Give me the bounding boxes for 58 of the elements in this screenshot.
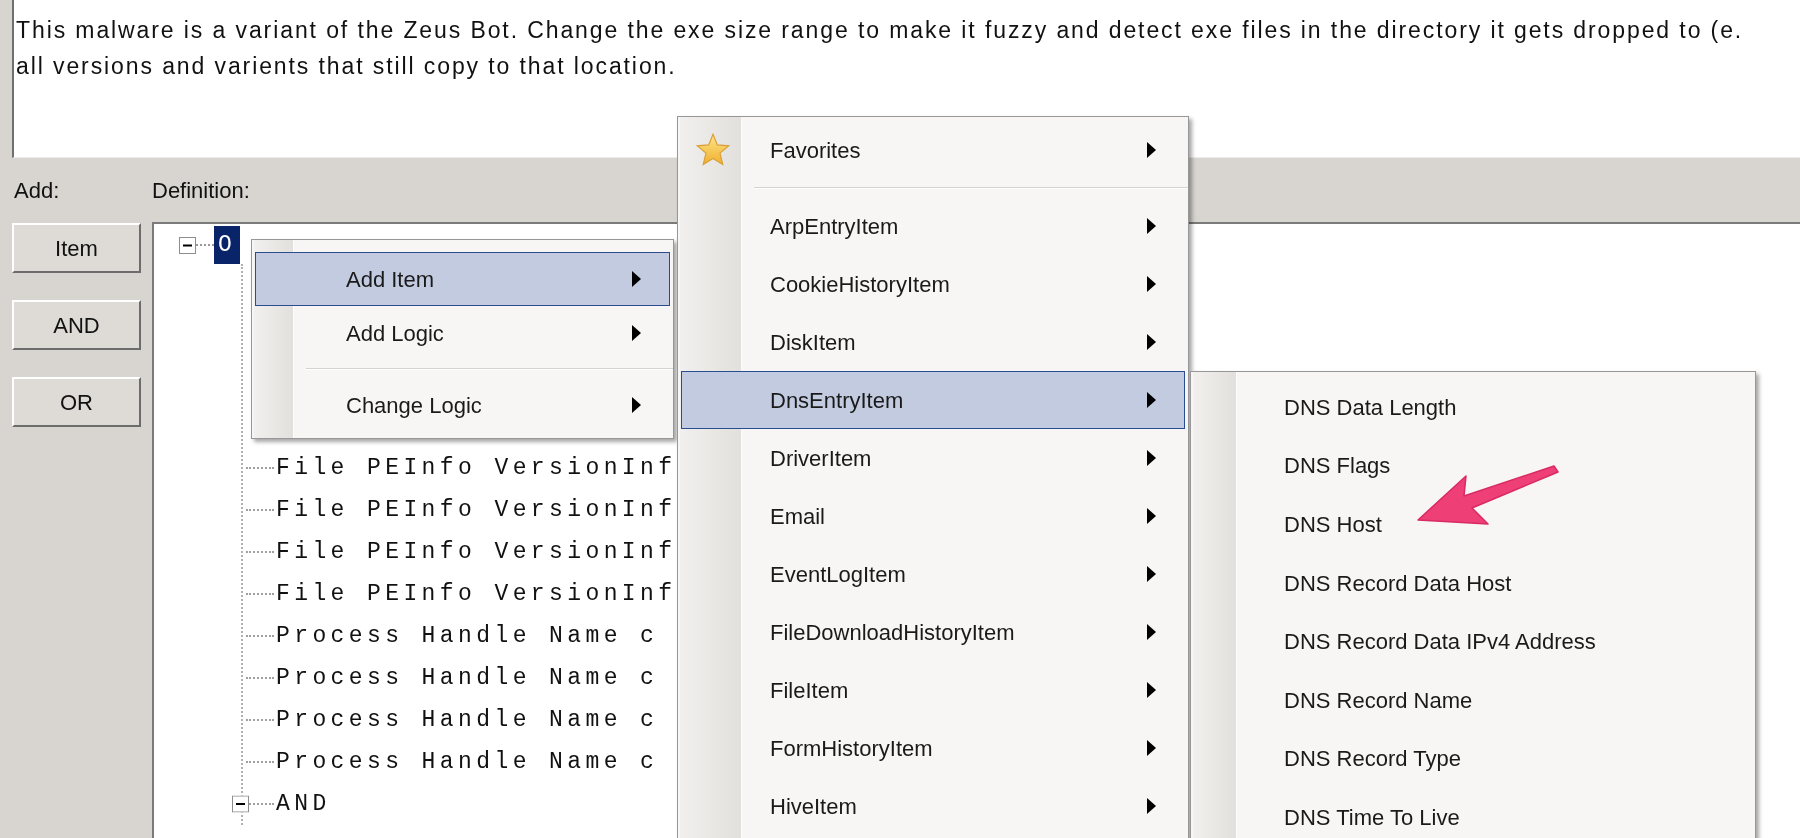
menu-item[interactable]: Add Item	[255, 252, 670, 306]
menu-item[interactable]: DNS Record Name	[1194, 670, 1752, 730]
menu-item[interactable]: DNS Record Type	[1194, 729, 1752, 789]
caret-icon	[1147, 566, 1156, 582]
caret-icon	[1147, 392, 1156, 408]
caret-icon	[632, 325, 641, 341]
tree-node[interactable]: Process Handle Name c	[274, 744, 661, 780]
collapse-icon[interactable]	[179, 236, 196, 254]
caret-icon	[1147, 450, 1156, 466]
tree-node[interactable]: Process Handle Name c	[274, 660, 661, 696]
description-text: This malware is a variant of the Zeus Bot. Change the exe size range to make it fuzzy and detect exe files in the directory it gets dropped to (e.	[16, 16, 1744, 45]
menu-item[interactable]: DriverItem	[681, 429, 1185, 487]
tree-node[interactable]: File PEInfo VersionInf	[274, 492, 679, 528]
tree-node[interactable]: Process Handle Name c	[274, 618, 661, 654]
tree-node[interactable]: O	[214, 226, 241, 264]
add-label: Add:	[14, 176, 61, 205]
menu-item[interactable]: Change Logic	[255, 378, 670, 432]
menu-item[interactable]: FileItem	[681, 661, 1185, 719]
description-text: all versions and varients that still copy to that location.	[16, 52, 677, 81]
caret-icon	[1147, 334, 1156, 350]
caret-icon	[632, 271, 641, 287]
menu-item[interactable]: DNS Time To Live	[1194, 788, 1752, 838]
menu-item[interactable]: DNS Record Data IPv4 Address	[1194, 612, 1752, 671]
tree-node[interactable]: File PEInfo VersionInf	[274, 576, 679, 612]
menu-item[interactable]: Email	[681, 487, 1185, 545]
caret-icon	[1147, 508, 1156, 524]
menu-item[interactable]: Favorites	[681, 121, 1185, 179]
menu-item[interactable]: FileDownloadHistoryItem	[681, 603, 1185, 661]
caret-icon	[632, 397, 641, 413]
menu-item[interactable]: DNS Record Data Host	[1194, 553, 1752, 613]
caret-icon	[1147, 740, 1156, 756]
add-button[interactable]: AND	[12, 300, 141, 350]
caret-icon	[1147, 798, 1156, 814]
menu-item[interactable]: CookieHistoryItem	[681, 255, 1185, 313]
tree-node[interactable]: Process Handle Name c	[274, 702, 661, 738]
star-icon	[695, 132, 731, 168]
caret-icon	[1147, 624, 1156, 640]
menu-item[interactable]: DiskItem	[681, 313, 1185, 371]
caret-icon	[1147, 218, 1156, 234]
menu-item[interactable]: HiveItem	[681, 777, 1185, 835]
menu-item[interactable]: DnsEntryItem	[681, 371, 1185, 429]
caret-icon	[1147, 142, 1156, 158]
menu-item[interactable]: ArpEntryItem	[681, 197, 1185, 255]
menu-item[interactable]: DNS Host	[1194, 495, 1752, 554]
caret-icon	[1147, 276, 1156, 292]
tree-node[interactable]: AND	[274, 786, 333, 822]
add-button[interactable]: OR	[12, 377, 141, 427]
menu-item[interactable]: DNS Data Length	[1194, 378, 1752, 437]
caret-icon	[1147, 682, 1156, 698]
menu-item[interactable]: Add Logic	[255, 306, 670, 360]
collapse-icon[interactable]	[232, 795, 249, 813]
tree-node[interactable]: File PEInfo VersionInf	[274, 450, 679, 486]
tree-node[interactable]: File PEInfo VersionInf	[274, 534, 679, 570]
menu-item[interactable]: FormHistoryItem	[681, 719, 1185, 777]
menu-item[interactable]: DNS Flags	[1194, 436, 1752, 496]
add-button[interactable]: Item	[12, 223, 141, 273]
definition-label: Definition:	[152, 176, 250, 205]
menu-item[interactable]: EventLogItem	[681, 545, 1185, 603]
